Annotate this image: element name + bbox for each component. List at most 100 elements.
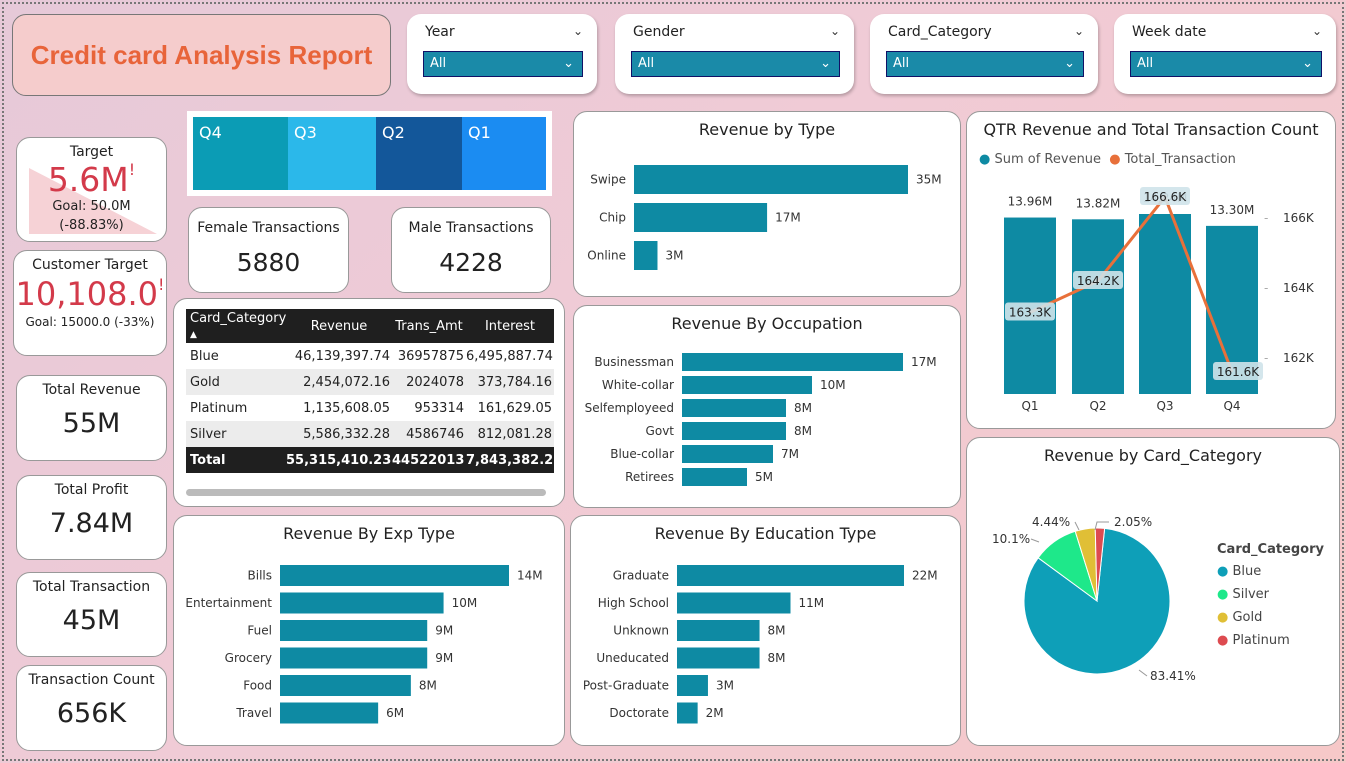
chevron-down-icon[interactable]: ⌄ <box>1074 24 1084 38</box>
chevron-down-icon[interactable]: ⌄ <box>563 52 574 76</box>
quarter-tile-q4[interactable]: Q4 <box>193 117 288 190</box>
horizontal-scrollbar[interactable] <box>186 489 546 496</box>
bar[interactable] <box>682 468 747 486</box>
kpi-customer-target-goal: Goal: 15000.0 (-33%) <box>25 315 155 329</box>
category-label: Entertainment <box>185 596 272 610</box>
revenue-by-education-type-plot: Graduate 22M High School 11M Unknown 8M Uneduc… <box>583 565 938 724</box>
slicer-week-date-select[interactable]: All ⌄ <box>1130 51 1322 77</box>
legend-item[interactable]: ● Silver <box>1217 587 1290 602</box>
chart-qtr-revenue-transactions: QTR Revenue and Total Transaction Count … <box>966 111 1336 429</box>
legend-dot-icon: ● <box>1217 633 1233 648</box>
table-cell: 5,586,332.28 <box>286 421 392 447</box>
quarter-tile-q1[interactable]: Q1 <box>462 117 546 190</box>
bar[interactable] <box>280 565 509 586</box>
male-transactions-title: Male Transactions <box>408 220 534 236</box>
legend-item[interactable]: ● Platinum <box>1217 633 1290 648</box>
bar[interactable] <box>682 376 812 394</box>
kpi-target-title: Target <box>69 144 114 160</box>
data-label: 9M <box>435 624 453 638</box>
data-label: 6M <box>386 706 404 720</box>
category-label: Graduate <box>613 569 669 583</box>
bar[interactable] <box>682 353 903 371</box>
bar[interactable] <box>280 702 379 724</box>
line-data-label: 166.6K <box>1144 190 1187 204</box>
bar[interactable] <box>682 445 773 463</box>
chevron-down-icon[interactable]: ⌄ <box>1312 24 1322 38</box>
bar[interactable] <box>682 422 786 440</box>
kpi-target-pct: (-88.83%) <box>59 218 124 233</box>
report-title: Credit card Analysis Report <box>30 39 373 70</box>
data-label: 10M <box>820 378 846 392</box>
slicer-week-date-value: All <box>1137 56 1154 71</box>
bar[interactable] <box>682 399 786 417</box>
slicer-week-date[interactable]: Week date ⌄ All ⌄ <box>1114 14 1336 94</box>
bar[interactable] <box>280 620 428 641</box>
bar[interactable] <box>677 620 760 641</box>
kpi-transaction-count-title: Transaction Count <box>28 672 155 688</box>
bar[interactable] <box>677 702 698 724</box>
chevron-down-icon[interactable]: ⌄ <box>1064 52 1075 76</box>
kpi-total-profit: Total Profit 7.84M <box>16 475 167 560</box>
table-cell: 812,081.28 <box>466 421 554 447</box>
slicer-card-category[interactable]: Card_Category ⌄ All ⌄ <box>870 14 1098 94</box>
column-header-trans-amt[interactable]: Trans_Amt <box>392 309 466 343</box>
column-header-card-category[interactable]: Card_Category ▲ <box>186 309 286 343</box>
chevron-down-icon[interactable]: ⌄ <box>820 52 831 76</box>
category-label: Grocery <box>225 651 272 665</box>
legend-item[interactable]: ● Blue <box>1217 564 1290 579</box>
legend-item[interactable]: ● Gold <box>1217 610 1290 625</box>
pie-data-label: 2.05% <box>1114 515 1152 529</box>
kpi-total-revenue-title: Total Revenue <box>42 382 141 398</box>
data-label: 3M <box>665 249 683 263</box>
kpi-transaction-count: Transaction Count 656K <box>16 665 167 751</box>
table-total-row: Total 55,315,410.23 44522013 7,843,382.2… <box>186 447 554 473</box>
bar[interactable] <box>677 592 791 614</box>
column-header-interest[interactable]: Interest <box>466 309 554 343</box>
bar[interactable] <box>677 675 708 696</box>
slicer-year-select[interactable]: All ⌄ <box>423 51 583 77</box>
column-header-revenue[interactable]: Revenue <box>286 309 392 343</box>
table-cell: 36957875 <box>397 348 464 364</box>
bar[interactable] <box>634 165 908 194</box>
bar[interactable] <box>677 565 904 586</box>
category-label: Online <box>587 249 626 263</box>
table-header-row: Card_Category ▲ Revenue Trans_Amt Interes… <box>186 309 554 343</box>
pie-legend-title: Card_Category <box>1217 542 1324 557</box>
quarter-tile-q2[interactable]: Q2 <box>376 117 462 190</box>
slicer-year-label: Year <box>425 24 455 40</box>
chevron-down-icon[interactable]: ⌄ <box>573 24 583 38</box>
legend-dot-icon: ● <box>1217 564 1233 579</box>
slicer-card-category-select[interactable]: All ⌄ <box>886 51 1084 77</box>
bar[interactable] <box>634 241 658 270</box>
quarter-tile-q3[interactable]: Q3 <box>288 117 376 190</box>
line-data-label: 161.6K <box>1217 365 1260 379</box>
bar[interactable] <box>280 647 428 669</box>
table-cell: 46,139,397.74 <box>294 348 390 364</box>
leader-line <box>1074 521 1080 531</box>
pie-data-label: 10.1% <box>992 532 1030 546</box>
chevron-down-icon[interactable]: ⌄ <box>1302 52 1313 76</box>
pie-data-label: 83.41% <box>1150 669 1196 683</box>
kpi-total-profit-title: Total Profit <box>54 482 129 498</box>
table-row: Blue 46,139,397.74 36957875 6,495,887.74 <box>186 343 554 369</box>
kpi-total-transaction-title: Total Transaction <box>32 579 151 595</box>
legend-dot-icon: ● <box>1217 587 1233 602</box>
data-label: 8M <box>768 624 786 638</box>
chevron-down-icon[interactable]: ⌄ <box>830 24 840 38</box>
kpi-customer-target: Customer Target 10,108.0! Goal: 15000.0 … <box>13 250 167 356</box>
data-label: 8M <box>768 651 786 665</box>
chart-revenue-by-exp-type: Revenue By Exp Type Bills 14M Entertainmen… <box>173 515 565 746</box>
tick-mark: - <box>1264 211 1268 225</box>
y2-tick-label: 166K <box>1283 211 1315 225</box>
bar[interactable] <box>634 203 768 232</box>
bar[interactable] <box>1072 219 1124 394</box>
kpi-total-transaction: Total Transaction 45M <box>16 572 167 657</box>
table-cell: Blue <box>190 348 219 364</box>
bar[interactable] <box>677 647 760 669</box>
table-cell: 2,454,072.16 <box>286 369 392 395</box>
slicer-gender[interactable]: Gender ⌄ All ⌄ <box>615 14 854 94</box>
slicer-gender-select[interactable]: All ⌄ <box>631 51 840 77</box>
bar[interactable] <box>280 592 444 614</box>
slicer-year[interactable]: Year ⌄ All ⌄ <box>407 14 597 94</box>
bar[interactable] <box>280 675 411 696</box>
